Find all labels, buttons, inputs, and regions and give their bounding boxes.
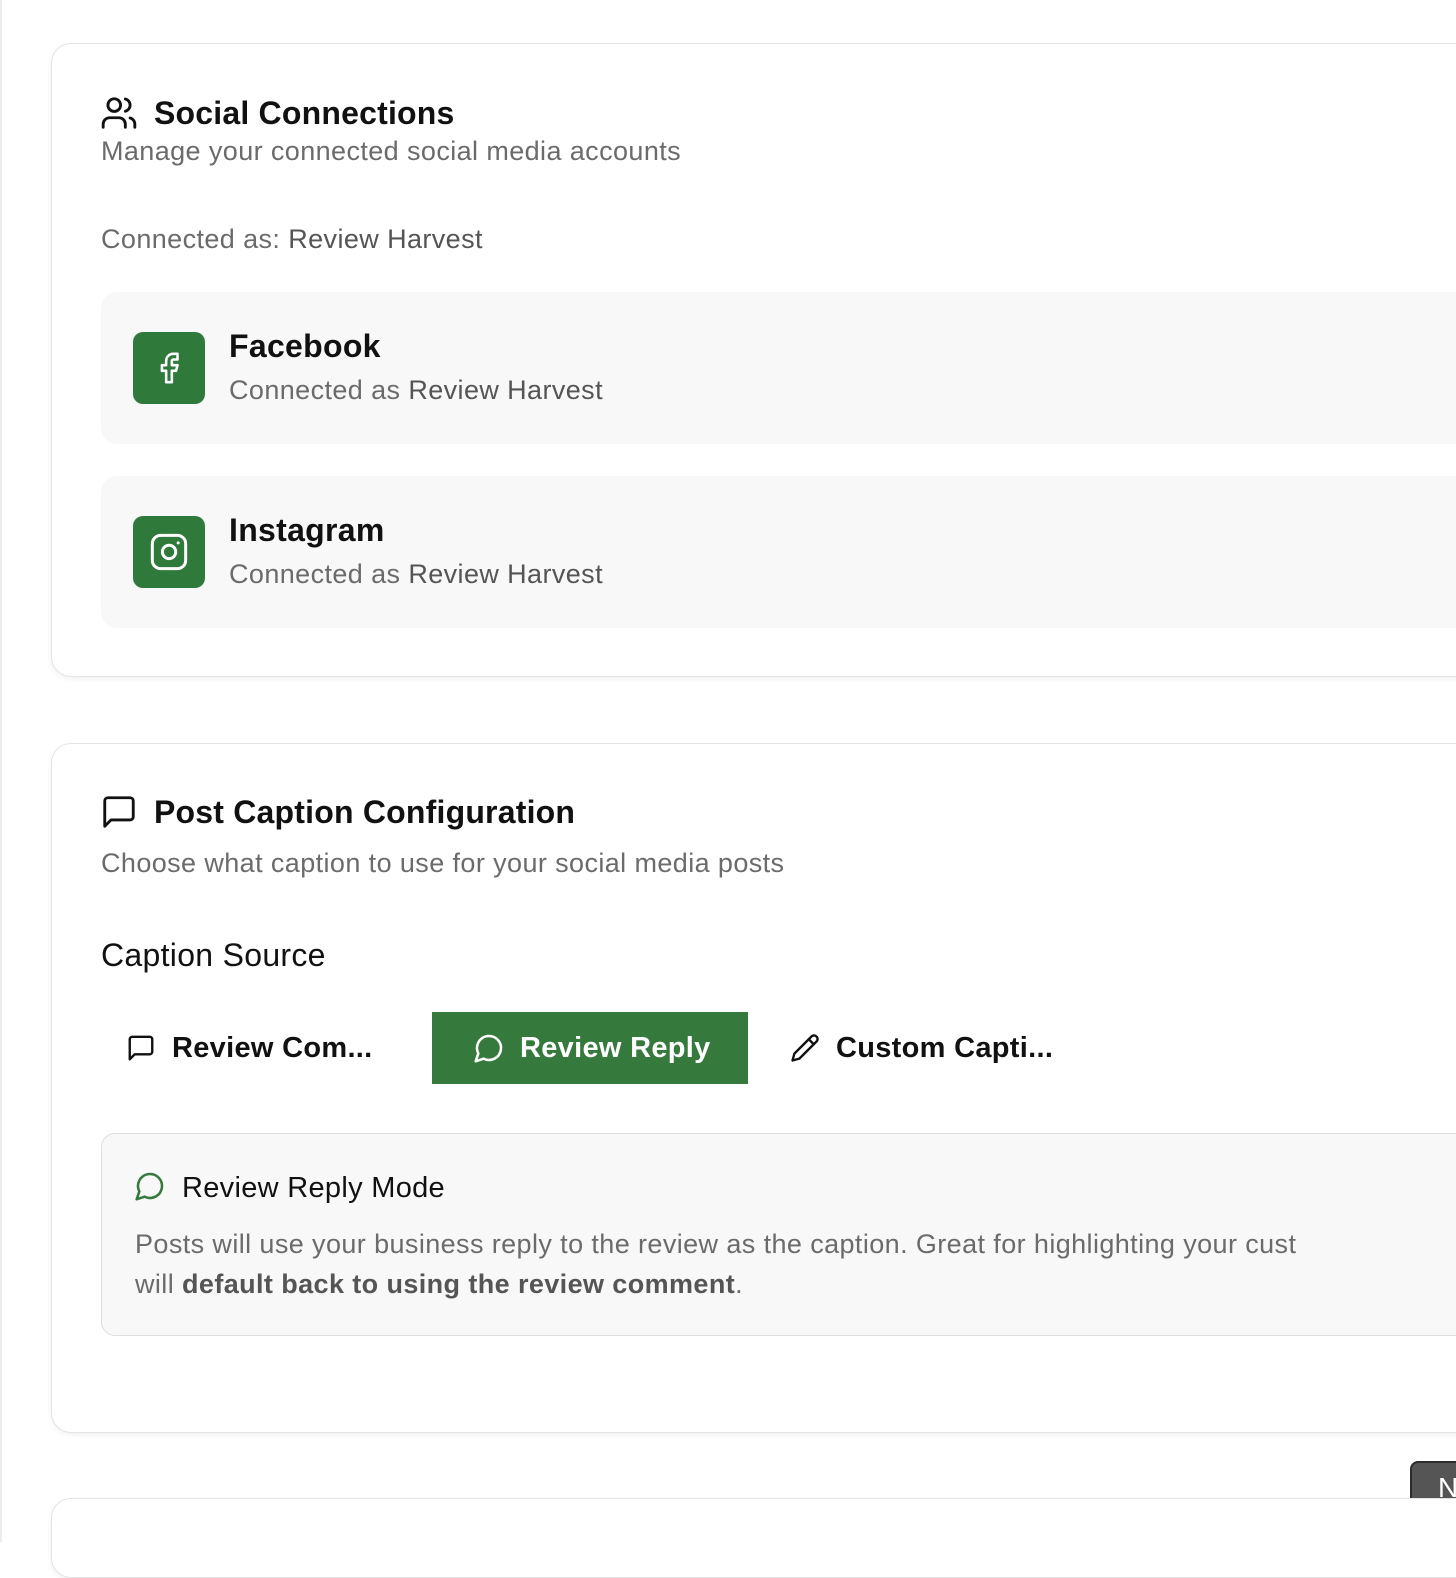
account-row-instagram: Instagram Connected as Review Harvest bbox=[101, 476, 1456, 628]
post-caption-title: Post Caption Configuration bbox=[154, 793, 576, 830]
social-connections-card: Social Connections Manage your connected… bbox=[51, 43, 1456, 677]
account-status-name: Review Harvest bbox=[408, 375, 603, 405]
post-caption-subtitle: Choose what caption to use for your soci… bbox=[101, 848, 785, 878]
account-status-name: Review Harvest bbox=[408, 559, 603, 589]
account-name: Instagram bbox=[229, 512, 385, 548]
caption-option-label: Custom Capti... bbox=[836, 1031, 1054, 1064]
review-reply-mode-box: Review Reply Mode Posts will use your bu… bbox=[101, 1133, 1456, 1336]
account-status-prefix: Connected as bbox=[229, 559, 401, 589]
social-connections-header: Social Connections bbox=[101, 93, 455, 133]
post-caption-header: Post Caption Configuration bbox=[101, 792, 575, 832]
users-icon bbox=[99, 93, 139, 133]
mode-desc-prefix: will bbox=[135, 1269, 175, 1299]
caption-source-label: Caption Source bbox=[101, 937, 326, 973]
message-square-icon bbox=[99, 792, 139, 832]
mode-description: Posts will use your business reply to th… bbox=[135, 1224, 1456, 1304]
pencil-icon bbox=[788, 1031, 822, 1065]
caption-option-review-reply[interactable]: Review Reply bbox=[432, 1012, 748, 1084]
message-circle-icon bbox=[472, 1031, 506, 1065]
mode-desc-bold: default back to using the review comment bbox=[182, 1269, 736, 1299]
mode-title: Review Reply Mode bbox=[182, 1172, 445, 1204]
account-status: Connected as Review Harvest bbox=[229, 375, 603, 406]
caption-option-custom-caption[interactable]: Custom Capti... bbox=[788, 1012, 1053, 1084]
facebook-icon bbox=[133, 332, 205, 404]
account-status: Connected as Review Harvest bbox=[229, 559, 603, 590]
account-name: Facebook bbox=[229, 328, 381, 364]
mode-desc-suffix: . bbox=[735, 1269, 744, 1299]
social-connections-title: Social Connections bbox=[154, 94, 455, 131]
connected-as-line: Connected as: Review Harvest bbox=[101, 224, 483, 255]
caption-option-review-comment[interactable]: Review Com... bbox=[124, 1012, 373, 1084]
account-status-prefix: Connected as bbox=[229, 375, 401, 405]
mode-header: Review Reply Mode bbox=[134, 1170, 445, 1207]
account-row-facebook: Facebook Connected as Review Harvest bbox=[101, 292, 1456, 444]
mode-desc-line1: Posts will use your business reply to th… bbox=[135, 1229, 1297, 1259]
caption-option-label: Review Com... bbox=[172, 1031, 373, 1064]
mode-desc-line2: will default back to using the review co… bbox=[135, 1264, 1456, 1304]
page-left-edge bbox=[0, 0, 2, 1542]
caption-option-label: Review Reply bbox=[520, 1031, 711, 1064]
message-square-icon bbox=[124, 1031, 158, 1065]
instagram-icon bbox=[133, 516, 205, 588]
message-circle-icon bbox=[134, 1170, 166, 1207]
connected-as-label: Connected as: bbox=[101, 224, 281, 254]
connected-as-name: Review Harvest bbox=[288, 224, 483, 254]
next-section-card bbox=[51, 1498, 1456, 1578]
post-caption-card: Post Caption Configuration Choose what c… bbox=[51, 743, 1456, 1433]
social-connections-subtitle: Manage your connected social media accou… bbox=[101, 136, 682, 166]
